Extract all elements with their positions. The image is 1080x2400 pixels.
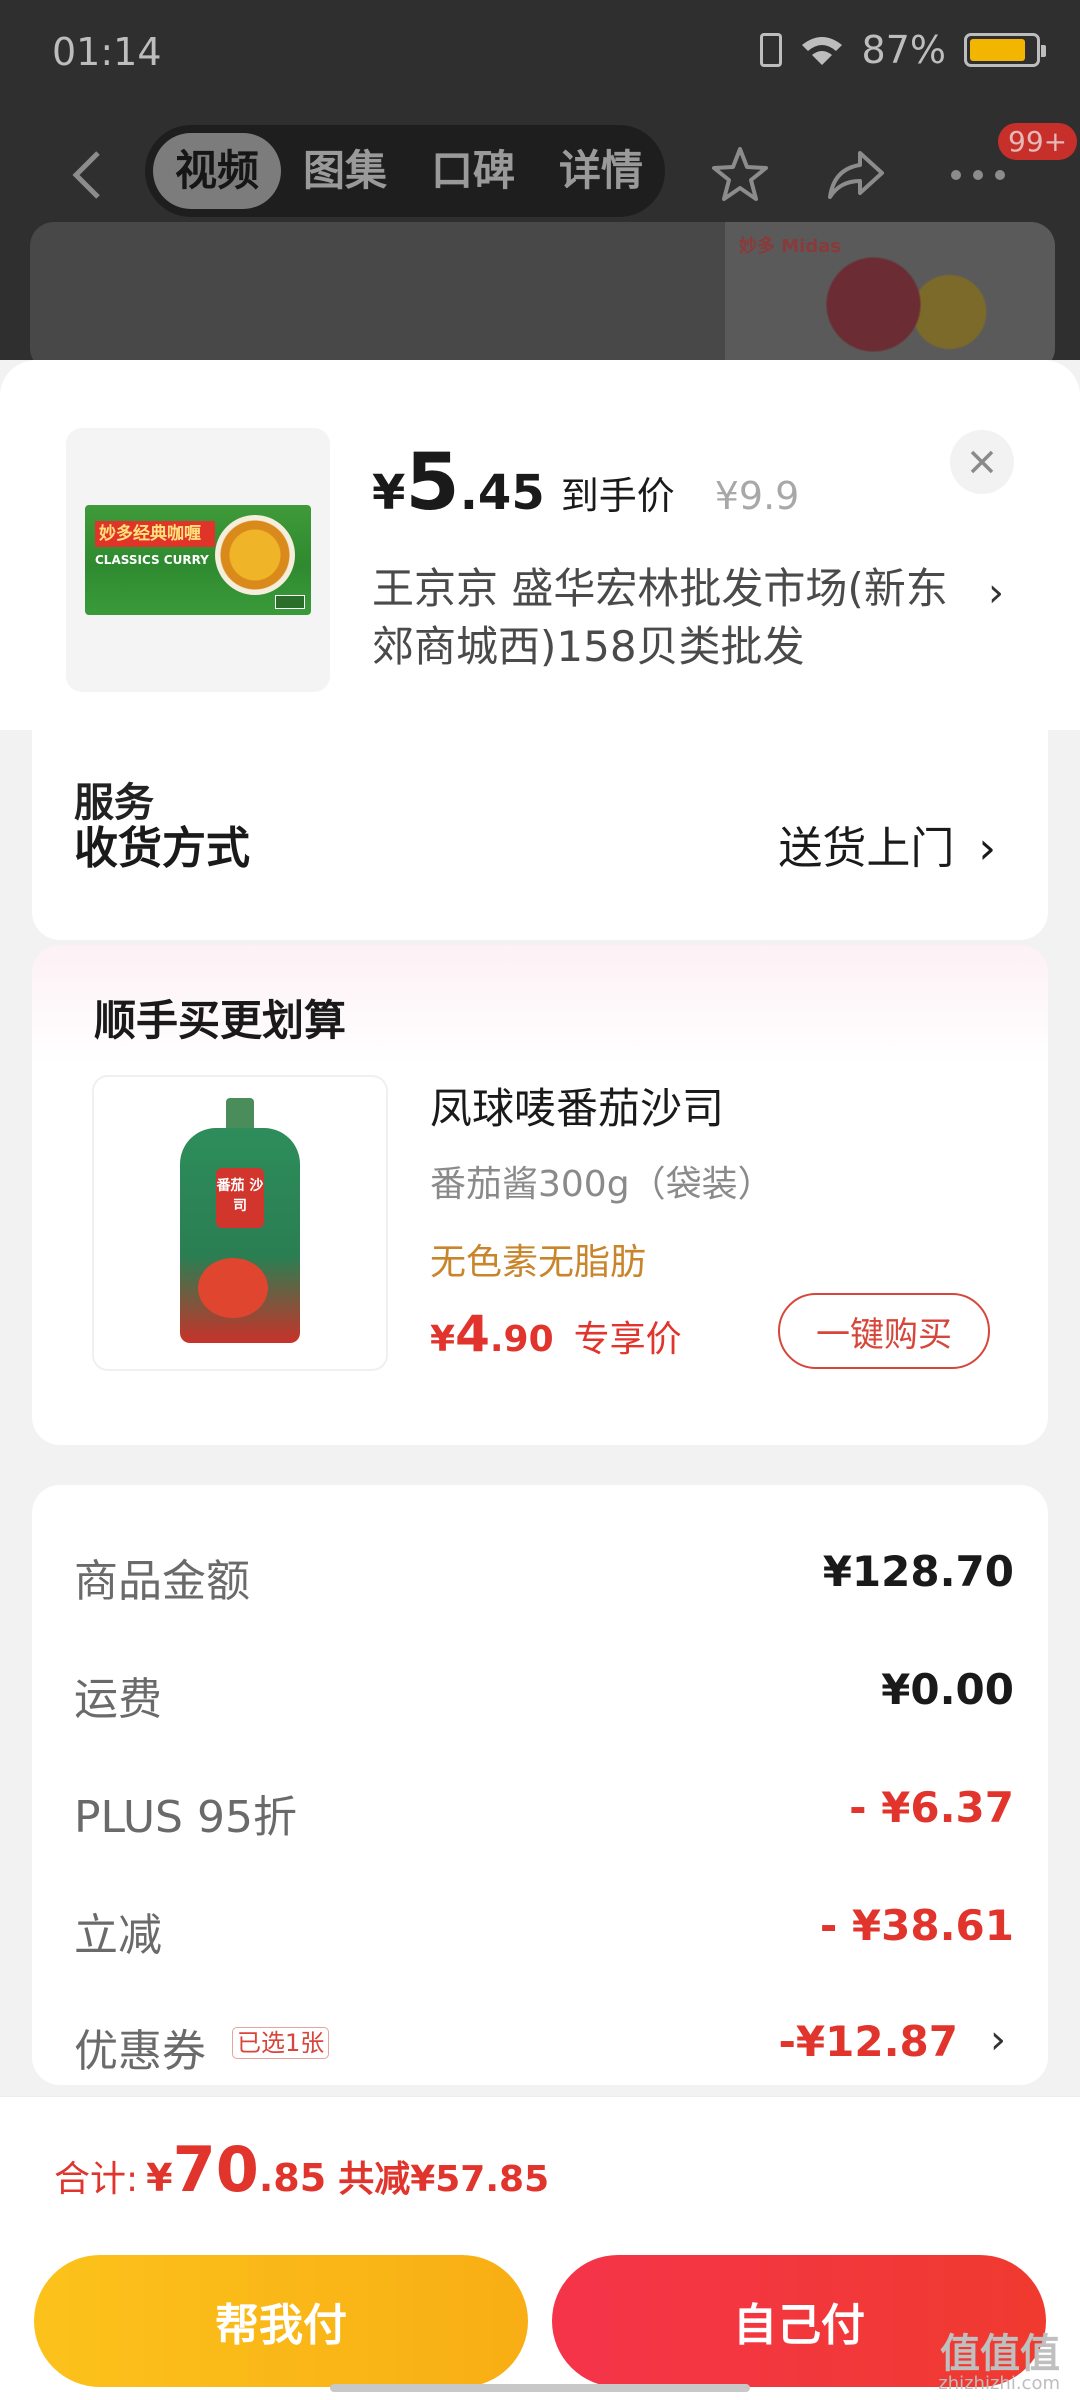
total-reduction: 共减¥57.85 (338, 2159, 550, 2200)
chevron-right-icon: › (978, 823, 996, 874)
product-header: 妙多经典咖喱 CLASSICS CURRY ¥ 5 .45 到手价 ¥9.9 王… (0, 360, 1080, 730)
checkout-sheet: 妙多经典咖喱 CLASSICS CURRY ¥ 5 .45 到手价 ¥9.9 王… (0, 360, 1080, 2400)
banner-logo: 妙多 Midas (739, 236, 842, 257)
upsell-card: 顺手买更划算 番茄 沙司 凤球唛番茄沙司 番茄酱300g（袋装） 无色素无脂肪 … (32, 945, 1048, 1445)
product-thumbnail: 妙多经典咖喱 CLASSICS CURRY (66, 428, 330, 692)
chevron-right-icon: › (990, 2017, 1006, 2063)
upsell-product-name[interactable]: 凤球唛番茄沙司 (430, 1075, 724, 1136)
top-nav: 视频 图集 口碑 详情 99+ (0, 123, 1080, 225)
status-bar: 01:14 87% (0, 0, 1080, 100)
upsell-title: 顺手买更划算 (94, 996, 347, 1045)
battery-percent: 87% (861, 28, 946, 72)
order-total: 合计: ¥ 70 .85 共减¥57.85 (54, 2133, 550, 2206)
curry-box-image: 妙多经典咖喱 CLASSICS CURRY (85, 505, 311, 615)
tab-video[interactable]: 视频 (153, 133, 282, 209)
summary-row-shipping: 运费 ¥0.00 (74, 1665, 1014, 1725)
chevron-right-icon[interactable]: › (988, 570, 1004, 616)
notification-badge: 99+ (998, 123, 1078, 160)
original-price: ¥9.9 (714, 474, 800, 518)
status-time: 01:14 (52, 30, 162, 74)
home-indicator[interactable] (330, 2384, 750, 2392)
more-icon[interactable] (946, 143, 1010, 207)
product-price: ¥ 5 .45 到手价 ¥9.9 (372, 438, 800, 528)
close-icon (970, 450, 994, 474)
upsell-price: ¥ 4 .90 专享价 (430, 1305, 682, 1363)
help-me-pay-button[interactable]: 帮我付 (34, 2255, 528, 2387)
tab-details[interactable]: 详情 (537, 133, 665, 209)
tab-bar: 视频 图集 口碑 详情 (145, 125, 665, 217)
one-click-buy-button[interactable]: 一键购买 (778, 1293, 990, 1369)
price-label: 到手价 (560, 474, 675, 518)
upsell-feature: 无色素无脂肪 (430, 1242, 647, 1283)
watermark-logo: 值值值 zhizhizhi.com (938, 2331, 1060, 2394)
upsell-thumbnail[interactable]: 番茄 沙司 (92, 1075, 388, 1371)
delivery-address[interactable]: 王京京 盛华宏林批发市场(新东郊商城西)158贝类批发 (372, 560, 972, 676)
tab-reviews[interactable]: 口碑 (409, 133, 537, 209)
delivery-method-label: 收货方式 (74, 823, 250, 874)
close-button[interactable] (950, 430, 1014, 494)
price-summary-card: 商品金额 ¥128.70 运费 ¥0.00 PLUS 95折 - ¥6.37 立… (32, 1485, 1048, 2085)
summary-row-plus-discount: PLUS 95折 - ¥6.37 (74, 1783, 1014, 1843)
upsell-spec: 番茄酱300g（袋装） (430, 1164, 774, 1205)
ketchup-pouch-image: 番茄 沙司 (174, 1098, 306, 1348)
battery-icon (964, 33, 1046, 67)
wifi-icon (800, 33, 844, 67)
tab-gallery[interactable]: 图集 (281, 133, 409, 209)
summary-row-subtotal: 商品金额 ¥128.70 (74, 1547, 1014, 1607)
summary-row-instant-reduction: 立减 - ¥38.61 (74, 1901, 1014, 1961)
banner-image: 妙多 Midas (725, 222, 1055, 360)
coupon-selected-tag: 已选1张 (232, 2027, 330, 2059)
sim-icon (759, 33, 782, 67)
star-icon[interactable] (708, 143, 772, 207)
back-icon[interactable] (60, 145, 120, 205)
checkout-bar: 合计: ¥ 70 .85 共减¥57.85 帮我付 自己付 (0, 2096, 1080, 2400)
delivery-method-value[interactable]: 送货上门 › (778, 812, 996, 876)
share-icon[interactable] (824, 143, 888, 207)
background-page: 01:14 87% 视频 图集 口碑 详情 99+ 妙多 Midas (0, 0, 1080, 360)
media-banner: 妙多 Midas (30, 222, 1055, 360)
summary-row-coupon[interactable]: 优惠券 已选1张 -¥12.87 › (74, 2015, 1014, 2085)
status-icons: 87% (759, 28, 1046, 72)
